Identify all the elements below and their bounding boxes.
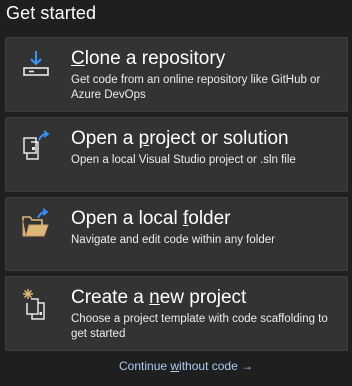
clone-repository-button[interactable]: Clone a repository Get code from an onli… <box>5 37 348 112</box>
card-description: Get code from an online repository like … <box>71 74 321 101</box>
new-project-icon <box>23 289 45 320</box>
card-title: Clone a repository <box>71 48 226 69</box>
card-title: Create a new project <box>71 287 247 308</box>
page-heading: Get started <box>6 3 97 23</box>
open-folder-icon <box>22 208 49 237</box>
create-new-project-button[interactable]: Create a new project Choose a project te… <box>5 276 348 351</box>
continue-without-code-link[interactable]: Continue without code → <box>119 358 253 374</box>
card-description: Navigate and edit code within any folder <box>71 234 275 246</box>
card-description: Choose a project template with code scaf… <box>71 313 328 340</box>
open-project-icon <box>23 130 50 160</box>
clone-repository-icon <box>23 51 49 76</box>
open-project-button[interactable]: Open a project or solution Open a local … <box>5 117 348 192</box>
card-title: Open a project or solution <box>71 128 289 149</box>
open-local-folder-button[interactable]: Open a local folder Navigate and edit co… <box>5 197 348 271</box>
card-title: Open a local folder <box>71 208 231 229</box>
get-started-cards: Clone a repository Get code from an onli… <box>5 37 348 356</box>
card-description: Open a local Visual Studio project or .s… <box>71 154 296 166</box>
arrow-right-icon: → <box>241 359 254 373</box>
